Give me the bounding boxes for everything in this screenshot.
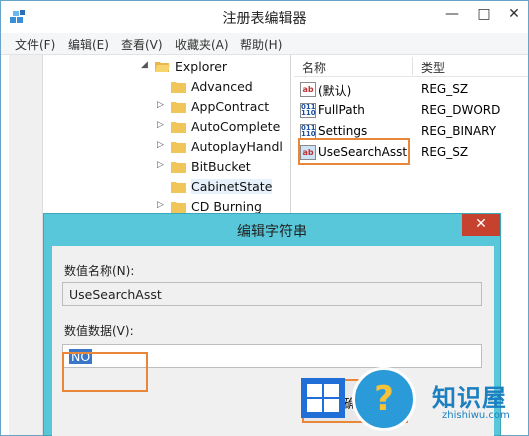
value-name: FullPath <box>318 103 365 117</box>
value-type: REG_SZ <box>421 82 469 96</box>
folder-icon <box>171 82 186 93</box>
expand-arrow-icon[interactable]: ▷ <box>157 200 164 210</box>
windows-logo-icon <box>301 378 345 418</box>
highlight-annotation-box <box>62 352 148 392</box>
menu-bar: 文件(F) 编辑(E) 查看(V) 收藏夹(A) 帮助(H) <box>1 33 528 55</box>
dialog-title: 编辑字符串 <box>237 224 307 240</box>
tree-gutter <box>9 55 43 435</box>
tree-item-label: Advanced <box>191 79 253 94</box>
highlight-annotation-box <box>298 138 410 165</box>
tree-item-label: AppContract <box>191 99 270 114</box>
menu-help[interactable]: 帮助(H) <box>240 36 282 53</box>
folder-icon <box>171 162 186 173</box>
value-type: REG_BINARY <box>421 124 497 138</box>
value-type: REG_DWORD <box>421 103 501 117</box>
value-name: (默认) <box>318 84 352 98</box>
value-row[interactable]: ab (默认) REG_SZ <box>294 79 528 100</box>
tree-item-label: CD Burning <box>191 199 262 214</box>
list-header: 名称 类型 <box>294 55 528 77</box>
tree-item-label: AutoplayHandl <box>191 139 283 154</box>
value-name: Settings <box>318 124 368 138</box>
folder-icon <box>171 102 186 113</box>
folder-open-icon <box>155 62 170 72</box>
dialog-close-button[interactable]: ✕ <box>462 214 500 236</box>
expand-arrow-icon[interactable]: ▷ <box>157 100 164 110</box>
value-name-label: 数值名称(N): <box>64 264 135 278</box>
title-bar: 注册表编辑器 — □ ✕ <box>1 1 528 33</box>
column-divider[interactable] <box>412 57 413 75</box>
value-row[interactable]: 011 110 FullPath REG_DWORD <box>294 100 528 121</box>
tree-item-label: CabinetState <box>191 179 273 194</box>
tree-item-label: AutoComplete <box>191 119 281 134</box>
folder-icon <box>171 142 186 153</box>
menu-view[interactable]: 查看(V) <box>121 36 163 53</box>
string-value-icon: ab <box>300 82 316 97</box>
watermark-brand: 知识屋 <box>432 384 507 412</box>
value-name-field: UseSearchAsst <box>62 282 482 306</box>
expand-arrow-icon[interactable]: ▷ <box>157 140 164 150</box>
expand-arrow-icon[interactable]: ▷ <box>157 160 164 170</box>
folder-icon <box>171 202 186 213</box>
watermark-logo: ? <box>352 367 416 431</box>
column-header-name[interactable]: 名称 <box>302 59 326 76</box>
tree-item-label: BitBucket <box>191 159 251 174</box>
menu-favorites[interactable]: 收藏夹(A) <box>175 36 229 53</box>
close-button[interactable]: ✕ <box>499 1 529 29</box>
menu-file[interactable]: 文件(F) <box>15 36 55 53</box>
binary-value-icon: 011 110 <box>300 124 316 139</box>
binary-value-icon: 011 110 <box>300 103 316 118</box>
tree-item-label: Explorer <box>175 59 228 74</box>
maximize-button[interactable]: □ <box>469 1 499 29</box>
folder-icon <box>171 182 186 193</box>
menu-edit[interactable]: 编辑(E) <box>68 36 109 53</box>
dialog-body: 数值名称(N): UseSearchAsst 数值数据(V): NO 确定 <box>52 246 494 436</box>
watermark-site: zhishiwu.com <box>442 410 510 421</box>
minimize-button[interactable]: — <box>437 1 467 29</box>
folder-icon <box>171 122 186 133</box>
expand-arrow-icon[interactable]: ◢ <box>141 60 148 70</box>
value-type: REG_SZ <box>421 145 469 159</box>
expand-arrow-icon[interactable]: ▷ <box>157 120 164 130</box>
value-data-label: 数值数据(V): <box>64 324 134 338</box>
question-mark-icon: ? <box>374 379 394 419</box>
column-header-type[interactable]: 类型 <box>421 59 445 76</box>
